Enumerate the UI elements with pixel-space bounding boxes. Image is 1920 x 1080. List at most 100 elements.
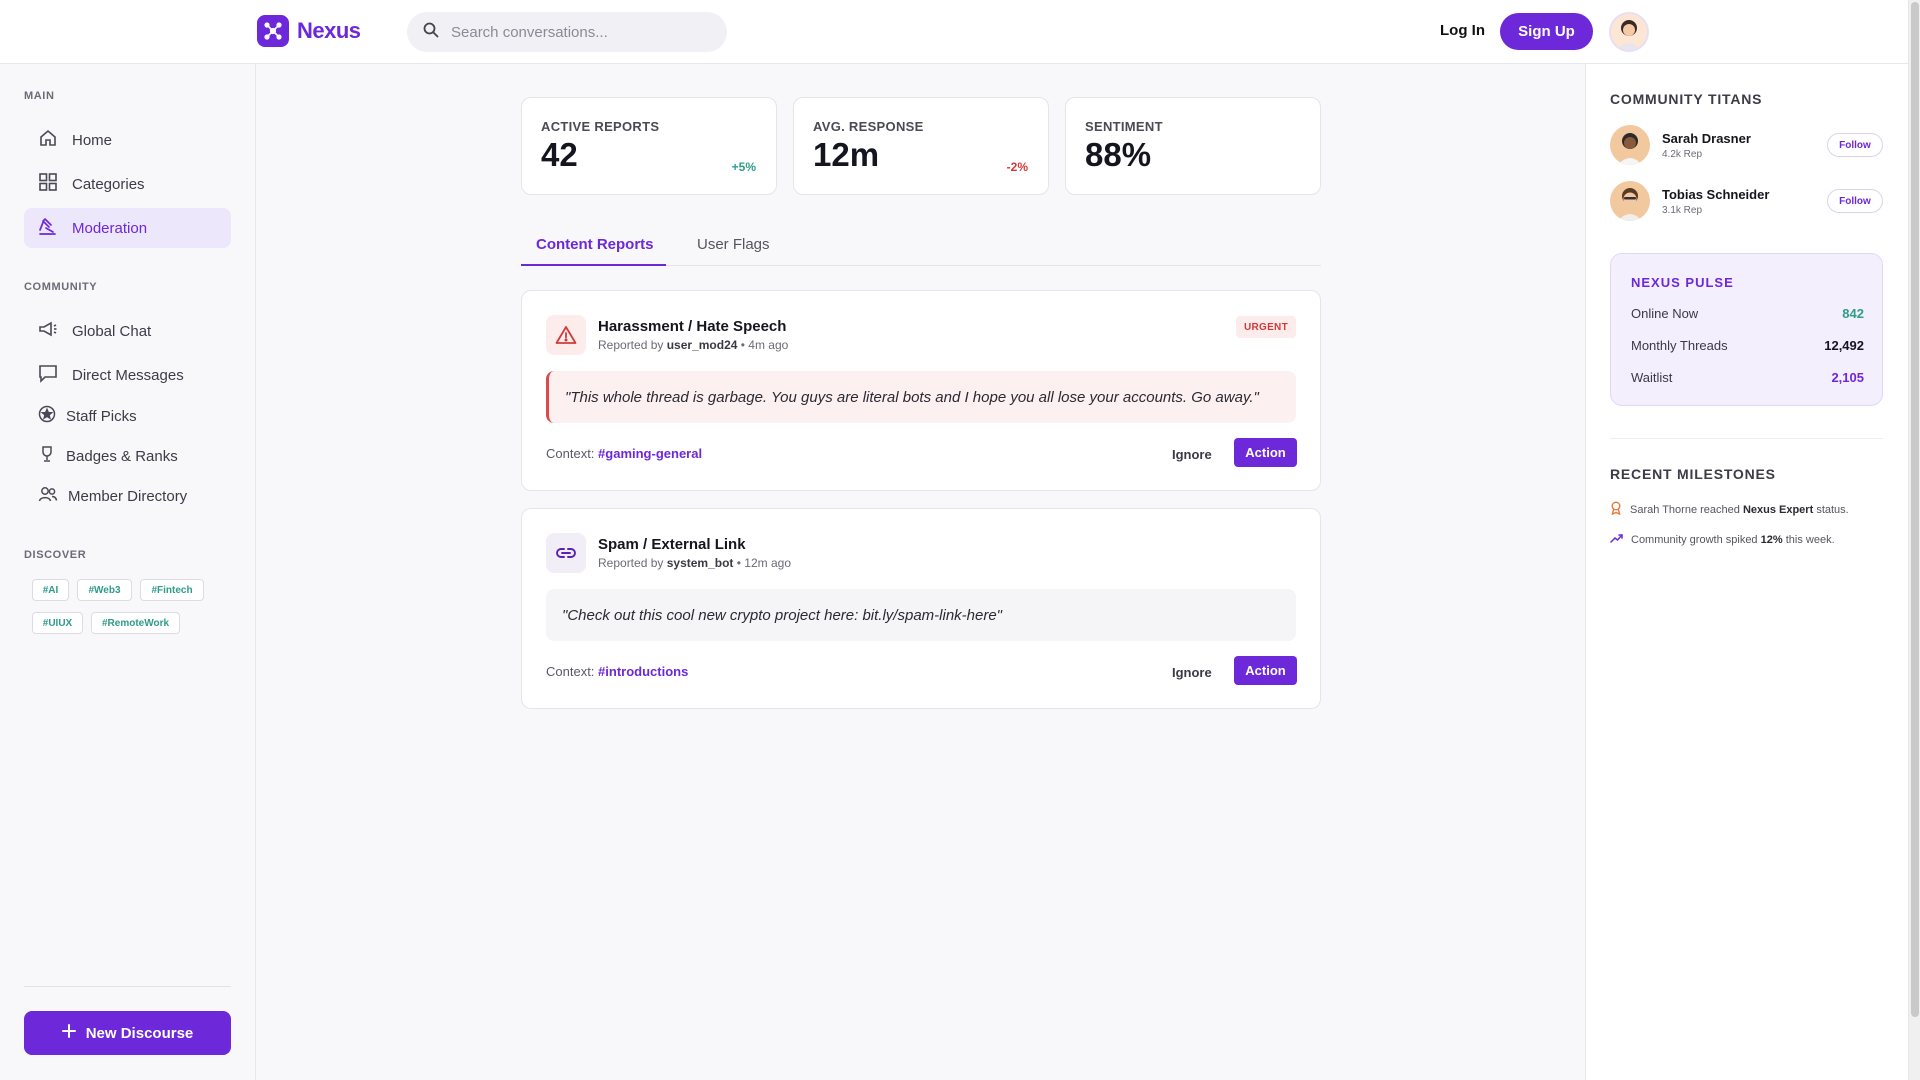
scrollbar-thumb[interactable] [1911,2,1919,1017]
report-card: Harassment / Hate Speech Reported by use… [521,290,1321,491]
stat-label: SENTIMENT [1085,119,1163,134]
nav-item-categories[interactable]: Categories [24,164,231,204]
titan-rep: 4.2k Rep [1662,149,1703,160]
right-divider [1610,438,1883,439]
top-header: Nexus Log In Sign Up [0,0,1908,64]
pulse-row-online: Online Now 842 [1631,306,1864,321]
action-button[interactable]: Action [1234,438,1297,467]
tab-content-reports[interactable]: Content Reports [536,236,654,253]
nav-label: Categories [72,175,145,193]
pulse-label: Waitlist [1631,370,1673,385]
titan-name[interactable]: Tobias Schneider [1662,187,1769,202]
nav-item-global-chat[interactable]: Global Chat [24,311,231,351]
nav-item-staff-picks[interactable]: Staff Picks [24,396,231,436]
ignore-button[interactable]: Ignore [1172,665,1212,680]
warning-icon [546,315,586,355]
reporter-name[interactable]: user_mod24 [667,338,738,352]
active-tab-indicator [521,264,666,266]
reported-content-quote: "This whole thread is garbage. You guys … [546,371,1296,423]
pulse-title: NEXUS PULSE [1631,275,1734,290]
sidebar-divider [24,986,231,987]
tag-web3[interactable]: #Web3 [77,579,132,601]
community-titans-title: COMMUNITY TITANS [1610,91,1763,107]
stat-label: AVG. RESPONSE [813,119,924,134]
pulse-value: 2,105 [1831,370,1864,385]
section-label-main: MAIN [24,90,55,102]
milestone-item: Sarah Thorne reached Nexus Expert status… [1610,501,1890,518]
nav-label: Member Directory [68,487,188,505]
pulse-value: 12,492 [1824,338,1864,353]
signup-button[interactable]: Sign Up [1500,13,1593,50]
search-input[interactable] [451,23,701,41]
report-title: Spam / External Link [598,536,746,553]
report-meta: Reported by system_bot • 12m ago [598,556,791,570]
link-icon [546,533,586,573]
nav-item-badges-ranks[interactable]: Badges & Ranks [24,436,231,476]
user-avatar[interactable] [1609,12,1649,52]
context-channel-link[interactable]: #gaming-general [598,446,702,461]
star-icon [38,405,56,427]
milestone-text: Community growth spiked 12% this week. [1631,533,1835,546]
trending-up-icon [1610,533,1623,546]
page-scrollbar[interactable] [1908,0,1920,1080]
nexus-pulse-card: NEXUS PULSE Online Now 842 Monthly Threa… [1610,253,1883,406]
stat-delta: -2% [1006,160,1028,174]
titan-item: Sarah Drasner 4.2k Rep Follow [1610,125,1883,165]
stat-value: 42 [541,136,578,173]
report-meta: Reported by user_mod24 • 4m ago [598,338,788,352]
users-icon [38,485,58,507]
tag-remotework[interactable]: #RemoteWork [91,612,180,634]
stat-card-active-reports: ACTIVE REPORTS 42 +5% [521,97,777,195]
nav-item-moderation[interactable]: Moderation [24,208,231,248]
report-time: • 4m ago [740,338,789,352]
stat-label: ACTIVE REPORTS [541,119,660,134]
avatar[interactable] [1610,181,1650,221]
nav-item-member-directory[interactable]: Member Directory [24,476,231,516]
report-title: Harassment / Hate Speech [598,318,787,335]
context-channel-link[interactable]: #introductions [598,664,688,679]
follow-button[interactable]: Follow [1827,133,1883,157]
avatar[interactable] [1610,125,1650,165]
stat-card-avg-response: AVG. RESPONSE 12m -2% [793,97,1049,195]
context-label: Context: [546,446,595,461]
nexus-logo-icon [257,15,289,47]
pulse-row-threads: Monthly Threads 12,492 [1631,338,1864,353]
follow-button[interactable]: Follow [1827,189,1883,213]
nav-item-home[interactable]: Home [24,120,231,160]
brand-logo[interactable]: Nexus [257,15,361,47]
gavel-icon [38,216,58,240]
milestone-item: Community growth spiked 12% this week. [1610,533,1890,546]
stat-card-sentiment: SENTIMENT 88% [1065,97,1321,195]
grid-icon [38,172,58,196]
new-discourse-button[interactable]: New Discourse [24,1011,231,1055]
report-context: Context: #introductions [546,664,688,679]
stat-delta: +5% [731,160,756,174]
award-icon [1610,501,1622,518]
reported-content-quote: "Check out this cool new crypto project … [546,589,1296,641]
nav-label: Moderation [72,219,148,237]
nav-item-direct-messages[interactable]: Direct Messages [24,355,231,395]
home-icon [38,128,58,152]
pulse-label: Monthly Threads [1631,338,1728,353]
right-sidebar: COMMUNITY TITANS Sarah Drasner 4.2k Rep … [1585,64,1908,1080]
section-label-discover: DISCOVER [24,549,87,561]
tag-fintech[interactable]: #Fintech [140,579,204,601]
login-link[interactable]: Log In [1440,22,1485,39]
pulse-label: Online Now [1631,306,1699,321]
search-bar[interactable] [407,12,727,52]
left-sidebar: MAIN Home Categories Moderation COMMUNIT… [0,64,256,1080]
nav-label: Staff Picks [66,407,137,425]
titan-name[interactable]: Sarah Drasner [1662,131,1751,146]
reporter-name[interactable]: system_bot [667,556,734,570]
trophy-icon [38,445,56,467]
tag-uiux[interactable]: #UIUX [32,612,83,634]
reported-by-label: Reported by [598,556,664,570]
tag-ai[interactable]: #AI [32,579,69,601]
ignore-button[interactable]: Ignore [1172,447,1212,462]
report-card: Spam / External Link Reported by system_… [521,508,1321,709]
action-button[interactable]: Action [1234,656,1297,685]
report-time: • 12m ago [736,556,791,570]
tab-user-flags[interactable]: User Flags [697,236,770,253]
urgent-badge: URGENT [1235,316,1296,338]
report-context: Context: #gaming-general [546,446,702,461]
